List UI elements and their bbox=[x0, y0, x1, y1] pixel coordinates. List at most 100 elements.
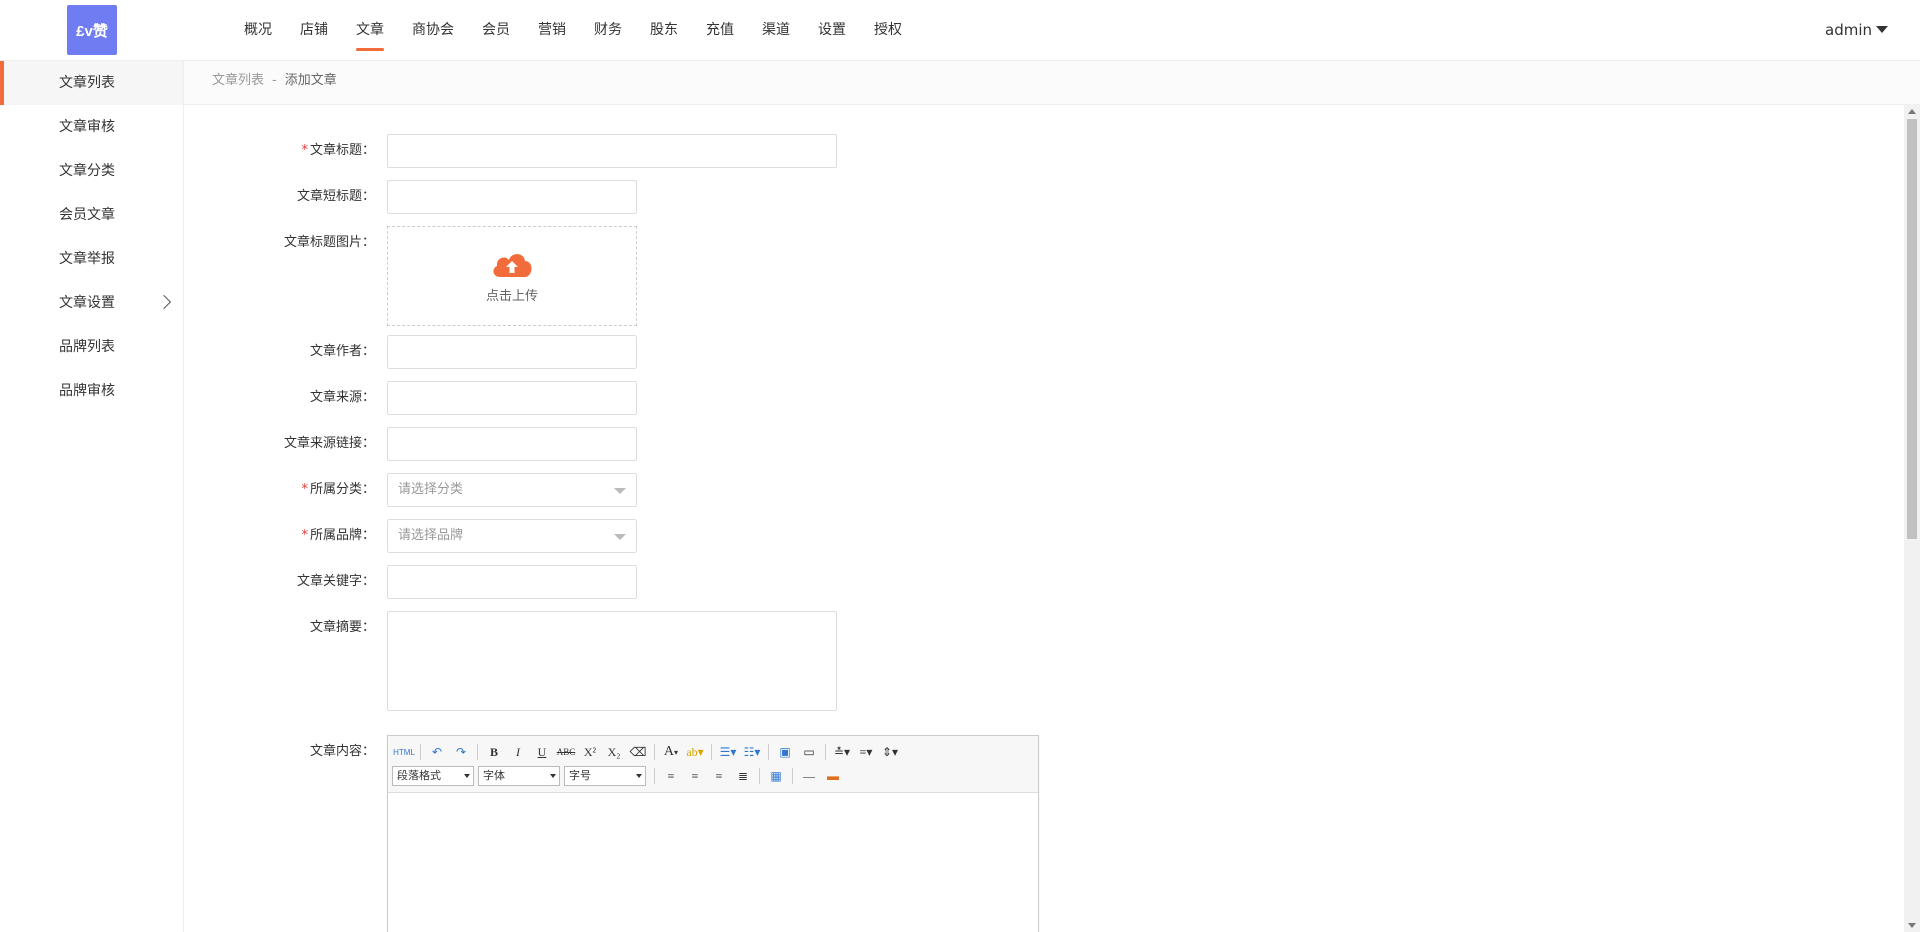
upload-box[interactable]: 点击上传 bbox=[387, 226, 637, 326]
nav-overview[interactable]: 概况 bbox=[240, 0, 276, 60]
nav-chamber[interactable]: 商协会 bbox=[408, 0, 458, 60]
breadcrumb-parent[interactable]: 文章列表 bbox=[212, 73, 264, 88]
scroll-down-icon[interactable] bbox=[1908, 923, 1916, 928]
html-source-button[interactable]: HTML bbox=[393, 742, 415, 762]
redo-icon[interactable]: ↷ bbox=[450, 742, 472, 762]
toolbar-divider bbox=[654, 768, 655, 784]
nav-article[interactable]: 文章 bbox=[352, 0, 388, 60]
nav-finance[interactable]: 财务 bbox=[590, 0, 626, 60]
row-source-link: 文章来源链接： bbox=[184, 427, 637, 461]
vertical-scrollbar[interactable] bbox=[1904, 105, 1920, 932]
link-icon[interactable]: ▣ bbox=[774, 742, 796, 762]
line-height-icon[interactable]: ⇕▾ bbox=[879, 742, 901, 762]
highlight-icon[interactable]: ab▾ bbox=[684, 742, 706, 762]
eraser-icon[interactable]: ⌫ bbox=[627, 742, 649, 762]
nav-settings[interactable]: 设置 bbox=[814, 0, 850, 60]
italic-button[interactable]: I bbox=[507, 742, 529, 762]
font-family-select[interactable]: 字体 bbox=[478, 766, 560, 786]
paragraph-format-select[interactable]: 段落格式 bbox=[392, 766, 474, 786]
brand-select[interactable]: 请选择品牌 bbox=[387, 519, 637, 553]
superscript-button[interactable]: X² bbox=[579, 742, 601, 762]
title-input[interactable] bbox=[387, 134, 837, 168]
document-icon[interactable]: ▭ bbox=[798, 742, 820, 762]
required-mark: * bbox=[301, 143, 308, 158]
image-icon[interactable]: ▬ bbox=[822, 766, 844, 786]
toolbar-divider bbox=[420, 744, 421, 760]
nav-authorize[interactable]: 授权 bbox=[870, 0, 906, 60]
toolbar-divider bbox=[768, 744, 769, 760]
row-keywords: 文章关键字： bbox=[184, 565, 637, 599]
user-menu[interactable]: admin bbox=[1825, 0, 1888, 60]
brand-placeholder: 请选择品牌 bbox=[398, 528, 464, 543]
font-size-select[interactable]: 字号 bbox=[564, 766, 646, 786]
nav-member[interactable]: 会员 bbox=[478, 0, 514, 60]
row-title: * 文章标题： bbox=[184, 134, 837, 168]
row-image: 文章标题图片： 点击上传 bbox=[184, 226, 637, 326]
row-content: 文章内容： HTML ↶ ↷ B I U ABC X² X₂ ⌫ A ▾ ab▾… bbox=[184, 735, 1039, 932]
chevron-right-icon bbox=[156, 294, 172, 310]
row-category: * 所属分类： 请选择分类 bbox=[184, 473, 637, 507]
sidebar-item-article-settings[interactable]: 文章设置 bbox=[0, 281, 183, 325]
editor-body[interactable] bbox=[388, 793, 1038, 932]
toolbar-row-2: 段落格式 字体 字号 ≡ ≡ ≡ ≣ ▦ — ▬ bbox=[392, 764, 1034, 788]
row-summary: 文章摘要： bbox=[184, 611, 837, 711]
table-icon[interactable]: ▦ bbox=[765, 766, 787, 786]
label-text: 所属分类： bbox=[309, 482, 375, 497]
undo-icon[interactable]: ↶ bbox=[426, 742, 448, 762]
toolbar-row-1: HTML ↶ ↷ B I U ABC X² X₂ ⌫ A ▾ ab▾ ☰▾ ☷▾… bbox=[392, 740, 1034, 764]
author-input[interactable] bbox=[387, 335, 637, 369]
required-mark: * bbox=[301, 482, 308, 497]
short-title-input[interactable] bbox=[387, 180, 637, 214]
row-spacing-icon[interactable]: ≛▾ bbox=[831, 742, 853, 762]
align-justify-icon[interactable]: ≣ bbox=[732, 766, 754, 786]
strikethrough-button[interactable]: ABC bbox=[555, 742, 577, 762]
row-short-title: 文章短标题： bbox=[184, 180, 637, 214]
sidebar-item-article-category[interactable]: 文章分类 bbox=[0, 149, 183, 193]
user-name: admin bbox=[1825, 21, 1872, 39]
sidebar-item-label: 文章设置 bbox=[59, 295, 115, 311]
nav-marketing[interactable]: 营销 bbox=[534, 0, 570, 60]
toolbar-divider bbox=[711, 744, 712, 760]
bold-button[interactable]: B bbox=[483, 742, 505, 762]
sidebar-item-member-article[interactable]: 会员文章 bbox=[0, 193, 183, 237]
row-brand: * 所属品牌： 请选择品牌 bbox=[184, 519, 637, 553]
category-select[interactable]: 请选择分类 bbox=[387, 473, 637, 507]
align-center-icon[interactable]: ≡ bbox=[684, 766, 706, 786]
subscript-button[interactable]: X₂ bbox=[603, 742, 625, 762]
horizontal-rule-icon[interactable]: — bbox=[798, 766, 820, 786]
breadcrumb-separator: - bbox=[272, 73, 277, 88]
sidebar-item-article-report[interactable]: 文章举报 bbox=[0, 237, 183, 281]
sidebar-item-brand-list[interactable]: 品牌列表 bbox=[0, 325, 183, 369]
unordered-list-icon[interactable]: ☷▾ bbox=[741, 742, 763, 762]
sidebar-item-article-list[interactable]: 文章列表 bbox=[0, 61, 183, 105]
align-left-icon[interactable]: ≡ bbox=[660, 766, 682, 786]
top-bar: £v赞 概况 店铺 文章 商协会 会员 营销 财务 股东 充值 渠道 设置 授权… bbox=[0, 0, 1920, 61]
scroll-up-icon[interactable] bbox=[1908, 109, 1916, 114]
sidebar-item-article-review[interactable]: 文章审核 bbox=[0, 105, 183, 149]
source-link-input[interactable] bbox=[387, 427, 637, 461]
label-title: * 文章标题： bbox=[184, 134, 387, 168]
nav-recharge[interactable]: 充值 bbox=[702, 0, 738, 60]
summary-textarea[interactable] bbox=[387, 611, 837, 711]
cloud-upload-icon bbox=[493, 253, 532, 277]
nav-shareholder[interactable]: 股东 bbox=[646, 0, 682, 60]
caret-down-icon bbox=[1876, 26, 1888, 33]
font-color-button[interactable]: A ▾ bbox=[660, 742, 682, 762]
source-input[interactable] bbox=[387, 381, 637, 415]
row-author: 文章作者： bbox=[184, 335, 637, 369]
form-area: * 文章标题： 文章短标题： 文章标题图片： 点击上传 文章作者： 文章来源： 文… bbox=[184, 105, 1904, 932]
row-source: 文章来源： bbox=[184, 381, 637, 415]
sidebar-item-brand-review[interactable]: 品牌审核 bbox=[0, 369, 183, 413]
logo[interactable]: £v赞 bbox=[67, 5, 117, 55]
underline-button[interactable]: U bbox=[531, 742, 553, 762]
label-brand: * 所属品牌： bbox=[184, 519, 387, 553]
ordered-list-icon[interactable]: ☰▾ bbox=[717, 742, 739, 762]
caret-down-icon: ▾ bbox=[674, 747, 679, 757]
align-right-icon[interactable]: ≡ bbox=[708, 766, 730, 786]
paragraph-spacing-icon[interactable]: ≡▾ bbox=[855, 742, 877, 762]
nav-store[interactable]: 店铺 bbox=[296, 0, 332, 60]
label-category: * 所属分类： bbox=[184, 473, 387, 507]
keywords-input[interactable] bbox=[387, 565, 637, 599]
nav-channel[interactable]: 渠道 bbox=[758, 0, 794, 60]
scrollbar-thumb[interactable] bbox=[1907, 119, 1917, 539]
